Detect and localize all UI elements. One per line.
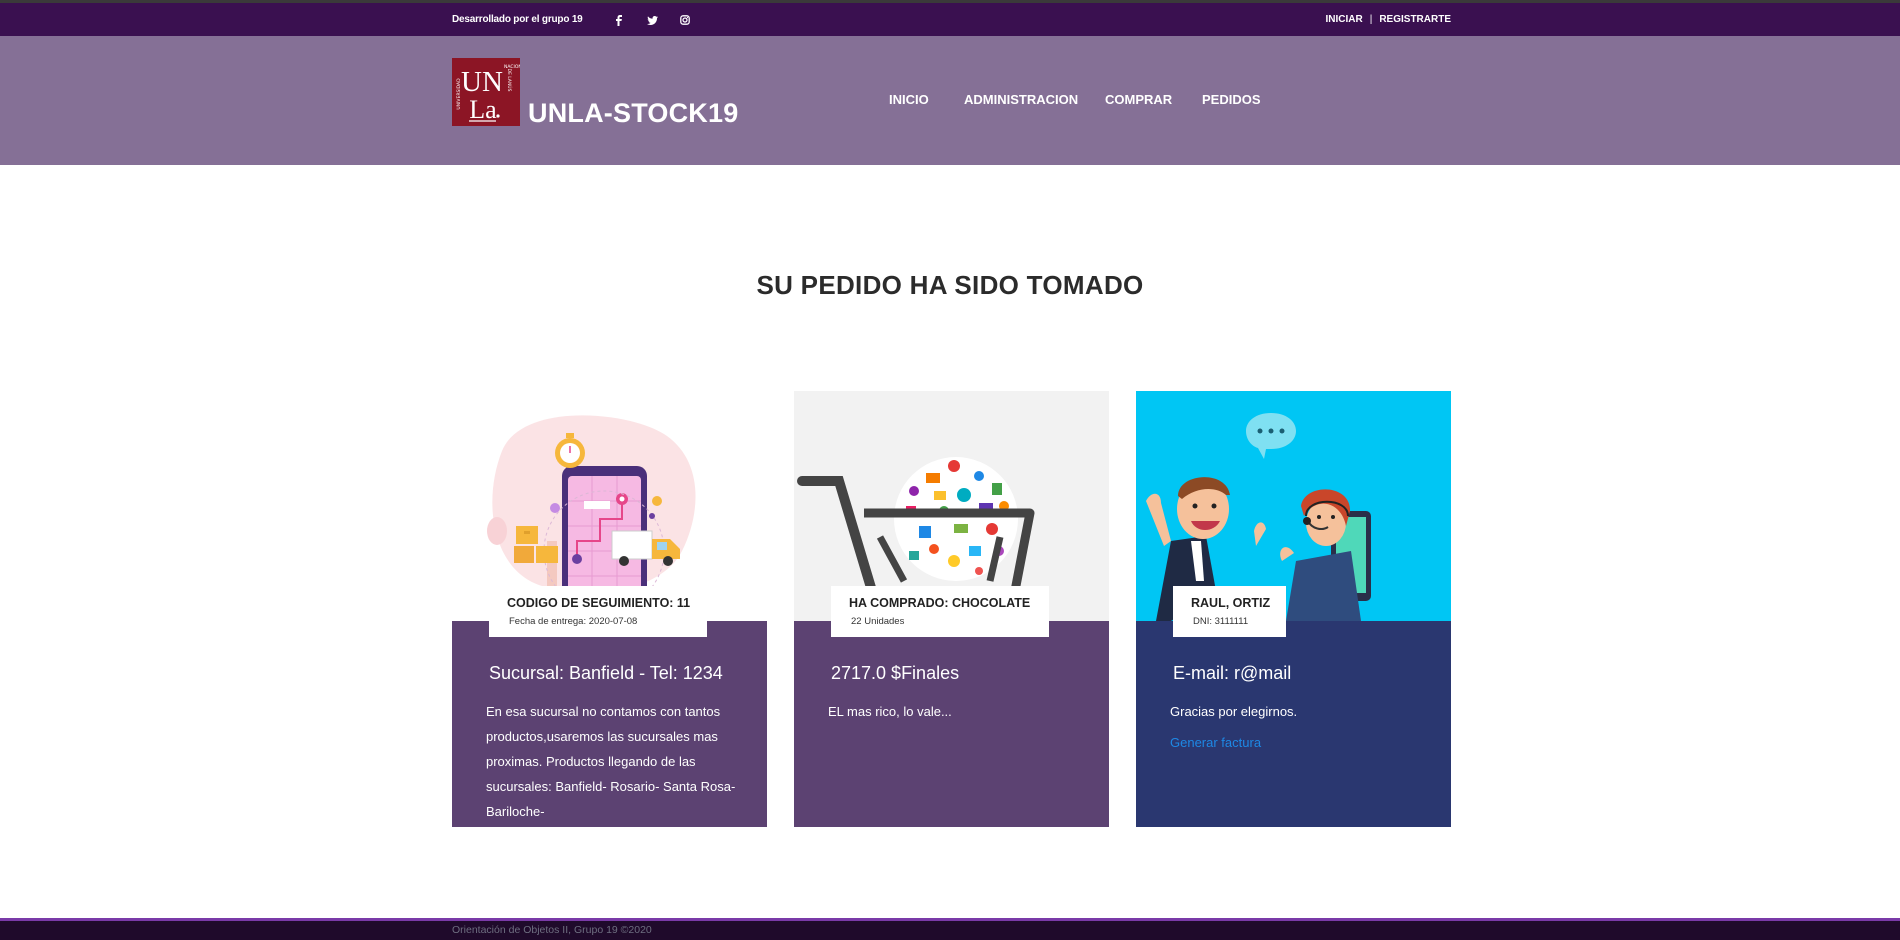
purchase-label: HA COMPRADO: CHOCOLATE 22 Unidades xyxy=(831,586,1049,637)
nav-inicio[interactable]: INICIO xyxy=(889,92,929,107)
customer-email: E-mail: r@mail xyxy=(1173,663,1292,683)
register-link[interactable]: REGISTRARTE xyxy=(1379,14,1451,25)
svg-text:UNIVERSIDAD: UNIVERSIDAD xyxy=(456,78,462,110)
twitter-icon[interactable] xyxy=(645,13,659,27)
svg-text:NACIONAL: NACIONAL xyxy=(504,64,520,70)
instagram-icon[interactable] xyxy=(678,13,692,27)
customer-label: RAUL, ORTIZ DNI: 3111111 xyxy=(1173,586,1286,637)
branch-description: En esa sucursal no contamos con tantos p… xyxy=(486,704,736,819)
tracking-label: CODIGO DE SEGUIMIENTO: 11 Fecha de entre… xyxy=(489,586,707,637)
customer-name: RAUL, ORTIZ xyxy=(1191,596,1271,610)
purchase-card-body xyxy=(794,621,1109,827)
svg-text:La: La xyxy=(469,95,497,124)
svg-text:DE LANÚS: DE LANÚS xyxy=(506,69,513,92)
footer-text: Orientación de Objetos II, Grupo 19 ©202… xyxy=(452,924,652,936)
credit-text: Desarrollado por el grupo 19 xyxy=(452,14,583,25)
brand-name[interactable]: UNLA-STOCK19 xyxy=(528,98,738,129)
page-title: SU PEDIDO HA SIDO TOMADO xyxy=(756,270,1144,300)
site-footer: Orientación de Objetos II, Grupo 19 ©202… xyxy=(0,918,1900,940)
top-bar: Desarrollado por el grupo 19 INICIAR | R… xyxy=(0,3,1900,36)
customer-card-body xyxy=(1136,621,1451,827)
customer-dni: DNI: 3111111 xyxy=(1193,616,1249,627)
purchased-units: 22 Unidades xyxy=(851,616,905,627)
unla-logo[interactable]: UN La UNIVERSIDAD DE LANÚS NACIONAL xyxy=(452,58,528,126)
branch-heading: Sucursal: Banfield - Tel: 1234 xyxy=(489,663,723,683)
nav-pedidos[interactable]: PEDIDOS xyxy=(1202,92,1261,107)
purchase-card: HA COMPRADO: CHOCOLATE 22 Unidades 2717.… xyxy=(794,391,1109,827)
product-description: EL mas rico, lo vale... xyxy=(828,704,952,719)
svg-text:UN: UN xyxy=(461,66,503,98)
nav-administracion[interactable]: ADMINISTRACION xyxy=(964,92,1078,107)
nav-comprar[interactable]: COMPRAR xyxy=(1105,92,1172,107)
total-price: 2717.0 $Finales xyxy=(831,663,960,683)
customer-card: RAUL, ORTIZ DNI: 3111111 E-mail: r@mail … xyxy=(1136,391,1451,827)
generate-invoice-link[interactable]: Generar factura xyxy=(1170,735,1261,750)
thanks-text: Gracias por elegirnos. xyxy=(1170,704,1298,719)
delivery-date: Fecha de entrega: 2020-07-08 xyxy=(509,616,638,627)
facebook-icon[interactable] xyxy=(612,13,626,27)
auth-separator: | xyxy=(1369,14,1373,25)
login-link[interactable]: INICIAR xyxy=(1325,14,1362,25)
purchased-product: HA COMPRADO: CHOCOLATE xyxy=(849,596,1031,610)
tracking-code: CODIGO DE SEGUIMIENTO: 11 xyxy=(507,596,691,610)
site-header: UN La UNIVERSIDAD DE LANÚS NACIONAL UNLA… xyxy=(0,36,1900,165)
tracking-card: CODIGO DE SEGUIMIENTO: 11 Fecha de entre… xyxy=(452,391,767,827)
auth-links: INICIAR | REGISTRARTE xyxy=(1325,14,1451,25)
